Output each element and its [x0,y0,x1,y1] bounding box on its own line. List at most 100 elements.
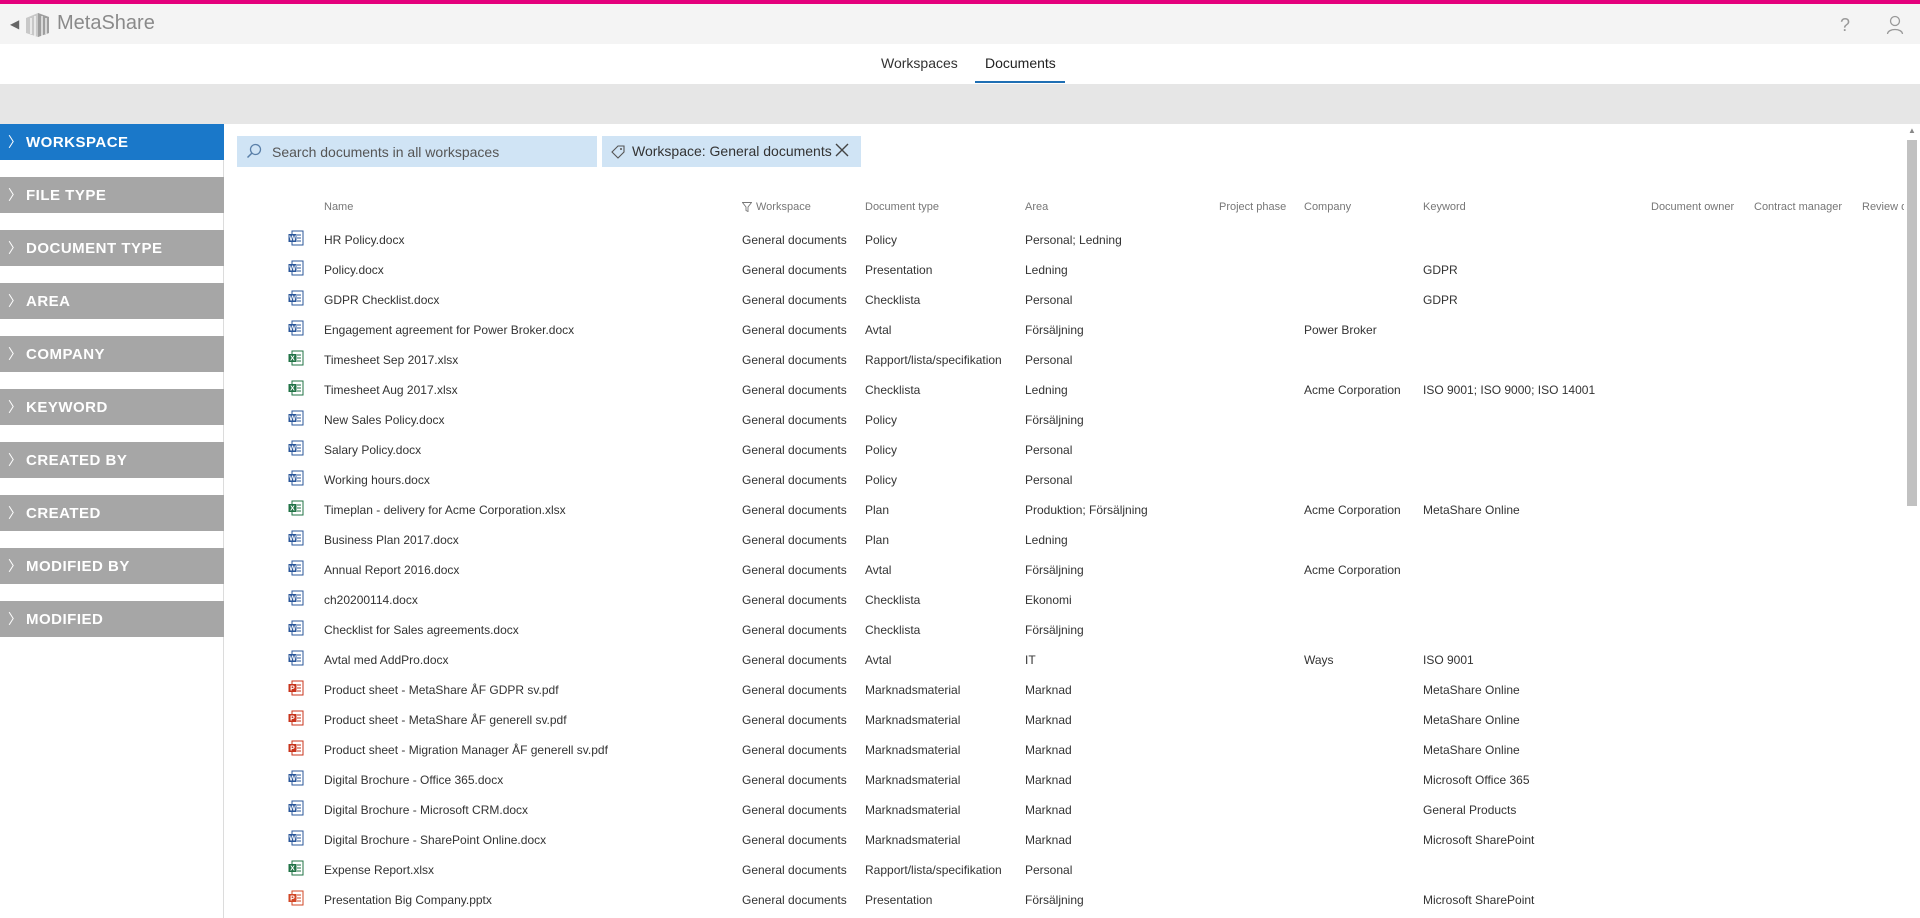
table-row[interactable]: P Product sheet - MetaShare ÅF generell s… [225,705,1905,735]
cell-name[interactable]: Engagement agreement for Power Broker.do… [324,323,574,337]
cell-name[interactable]: Business Plan 2017.docx [324,533,459,547]
cell-name[interactable]: Avtal med AddPro.docx [324,653,449,667]
cell-area: Försäljning [1025,893,1084,907]
table-row[interactable]: W Salary Policy.docx General documents Poli… [225,435,1905,465]
back-arrow-icon[interactable]: ◀ [10,17,19,31]
facet-workspace[interactable]: 〉 WORKSPACE [0,124,224,160]
table-row[interactable]: W HR Policy.docx General documents Policy Pe… [225,225,1905,255]
cell-area: Ledning [1025,533,1068,547]
facet-document-type[interactable]: 〉 DOCUMENT TYPE [0,230,224,266]
table-row[interactable]: P Product sheet - MetaShare ÅF GDPR sv.pd… [225,675,1905,705]
cell-document-type: Policy [865,473,898,487]
column-header-keyword[interactable]: Keyword [1423,201,1466,213]
table-row[interactable]: W Digital Brochure - Microsoft CRM.docx Ge… [225,795,1905,825]
cell-document-type: Marknadsmaterial [865,773,961,787]
table-row[interactable]: X Timeplan - delivery for Acme Corporatio… [225,495,1905,525]
facet-area[interactable]: 〉 AREA [0,283,224,319]
scrollbar-thumb[interactable] [1907,140,1917,506]
table-row[interactable]: W GDPR Checklist.docx General documents Che… [225,285,1905,315]
search-input[interactable]: Search documents in all workspaces [237,136,597,167]
scroll-up-arrow-icon[interactable]: ▲ [1908,126,1916,135]
column-header-company[interactable]: Company [1304,201,1351,213]
cell-name[interactable]: Timeplan - delivery for Acme Corporation… [324,503,566,517]
cell-name[interactable]: Digital Brochure - SharePoint Online.doc… [324,833,546,847]
table-row[interactable]: W Annual Report 2016.docx General document… [225,555,1905,585]
column-header-name[interactable]: Name [324,201,353,213]
cell-workspace: General documents [742,773,847,787]
cell-name[interactable]: Timesheet Aug 2017.xlsx [324,383,458,397]
facet-file-type[interactable]: 〉 FILE TYPE [0,177,224,213]
cell-company: Acme Corporation [1304,383,1401,397]
cell-name[interactable]: Policy.docx [324,263,384,277]
facet-created[interactable]: 〉 CREATED [0,495,224,531]
table-row[interactable]: P Product sheet - Migration Manager ÅF ge… [225,735,1905,765]
filter-funnel-icon[interactable] [742,202,752,212]
word-file-icon: W [288,800,304,816]
cell-name[interactable]: Product sheet - Migration Manager ÅF gen… [324,743,608,757]
cell-name[interactable]: GDPR Checklist.docx [324,293,439,307]
facet-label: AREA [26,293,71,310]
table-row[interactable]: W Policy.docx General documents Presentatio… [225,255,1905,285]
word-file-icon: W [288,320,304,336]
cell-document-type: Policy [865,413,898,427]
table-row[interactable]: W Working hours.docx General documents Poli… [225,465,1905,495]
cell-area: Personal [1025,443,1073,457]
help-icon[interactable]: ? [1840,15,1850,36]
table-row[interactable]: W Digital Brochure - Office 365.docx Gener… [225,765,1905,795]
cell-name[interactable]: ch20200114.docx [324,593,418,607]
column-header-area[interactable]: Area [1025,201,1048,213]
column-header-document-owner[interactable]: Document owner [1651,201,1734,213]
chevron-right-icon: 〉 [8,452,23,468]
cell-name[interactable]: Working hours.docx [324,473,430,487]
cell-keyword: General Products [1423,803,1517,817]
facet-label: FILE TYPE [26,187,107,204]
column-header-workspace[interactable]: Workspace [756,201,811,213]
cell-name[interactable]: Expense Report.xlsx [324,863,434,877]
cell-area: IT [1025,653,1036,667]
cell-name[interactable]: Annual Report 2016.docx [324,563,459,577]
facet-company[interactable]: 〉 COMPANY [0,336,224,372]
table-row[interactable]: Wch20200114.docx General documents Checkli… [225,585,1905,615]
table-row[interactable]: W Checklist for Sales agreements.docx Gene… [225,615,1905,645]
cell-name[interactable]: Product sheet - MetaShare ÅF generell sv… [324,713,567,727]
active-filter-chip[interactable]: Workspace: General documents [602,136,861,167]
facet-created-by[interactable]: 〉 CREATED BY [0,442,224,478]
cell-name[interactable]: Checklist for Sales agreements.docx [324,623,519,637]
metashare-logo-icon [26,13,49,37]
table-row[interactable]: X Timesheet Aug 2017.xlsx General document… [225,375,1905,405]
tab-workspaces[interactable]: Workspaces [881,55,958,71]
close-icon[interactable] [834,142,850,158]
user-icon[interactable] [1886,15,1904,35]
cell-area: Försäljning [1025,413,1084,427]
tab-documents[interactable]: Documents [985,55,1056,71]
facet-keyword[interactable]: 〉 KEYWORD [0,389,224,425]
cell-name[interactable]: Product sheet - MetaShare ÅF GDPR sv.pdf [324,683,559,697]
cell-document-type: Checklista [865,383,921,397]
table-row[interactable]: W Engagement agreement for Power Broker.d… [225,315,1905,345]
cell-name[interactable]: Digital Brochure - Office 365.docx [324,773,503,787]
table-row[interactable]: X Expense Report.xlsx General documents Rap… [225,855,1905,885]
column-header-contract-manager[interactable]: Contract manager [1754,201,1842,213]
table-row[interactable]: P Presentation Big Company.pptx General do… [225,885,1905,915]
cell-name[interactable]: HR Policy.docx [324,233,404,247]
column-header-review-date[interactable]: Review d [1862,201,1905,213]
table-row[interactable]: W New Sales Policy.docx General documents P… [225,405,1905,435]
cell-area: Personal; Ledning [1025,233,1122,247]
facet-modified-by[interactable]: 〉 MODIFIED BY [0,548,224,584]
chevron-right-icon: 〉 [8,346,23,362]
facet-modified[interactable]: 〉 MODIFIED [0,601,224,637]
excel-file-icon: X [288,860,304,876]
cell-name[interactable]: New Sales Policy.docx [324,413,445,427]
cell-keyword: GDPR [1423,293,1458,307]
cell-name[interactable]: Presentation Big Company.pptx [324,893,492,907]
table-row[interactable]: W Digital Brochure - SharePoint Online.do… [225,825,1905,855]
table-row[interactable]: X Timesheet Sep 2017.xlsx General document… [225,345,1905,375]
cell-name[interactable]: Digital Brochure - Microsoft CRM.docx [324,803,528,817]
column-header-document-type[interactable]: Document type [865,201,939,213]
cell-name[interactable]: Salary Policy.docx [324,443,421,457]
table-row[interactable]: W Business Plan 2017.docx General document… [225,525,1905,555]
column-header-project-phase[interactable]: Project phase [1219,201,1286,213]
table-row[interactable]: W Avtal med AddPro.docx General documents A… [225,645,1905,675]
cell-name[interactable]: Timesheet Sep 2017.xlsx [324,353,458,367]
cell-document-type: Plan [865,503,890,517]
